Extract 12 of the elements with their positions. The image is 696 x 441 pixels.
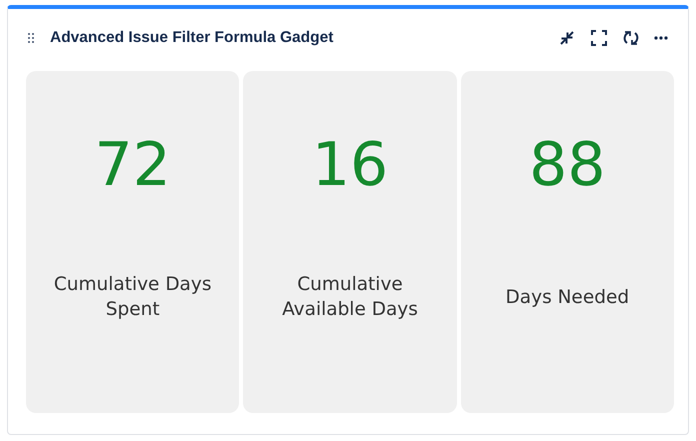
- drag-handle-icon[interactable]: [28, 33, 34, 43]
- gadget-title: Advanced Issue Filter Formula Gadget: [50, 28, 334, 48]
- metric-value: 16: [312, 135, 388, 195]
- metric-label: Cumulative Days Spent: [52, 273, 212, 322]
- fullscreen-icon[interactable]: [590, 29, 608, 47]
- refresh-icon[interactable]: [622, 29, 640, 47]
- minimize-icon[interactable]: [558, 29, 576, 47]
- metric-value: 88: [529, 135, 606, 195]
- metric-value: 72: [94, 135, 171, 195]
- metric-label: Cumulative Available Days: [281, 273, 419, 322]
- metric-label: Days Needed: [506, 286, 630, 310]
- more-icon[interactable]: [654, 36, 668, 40]
